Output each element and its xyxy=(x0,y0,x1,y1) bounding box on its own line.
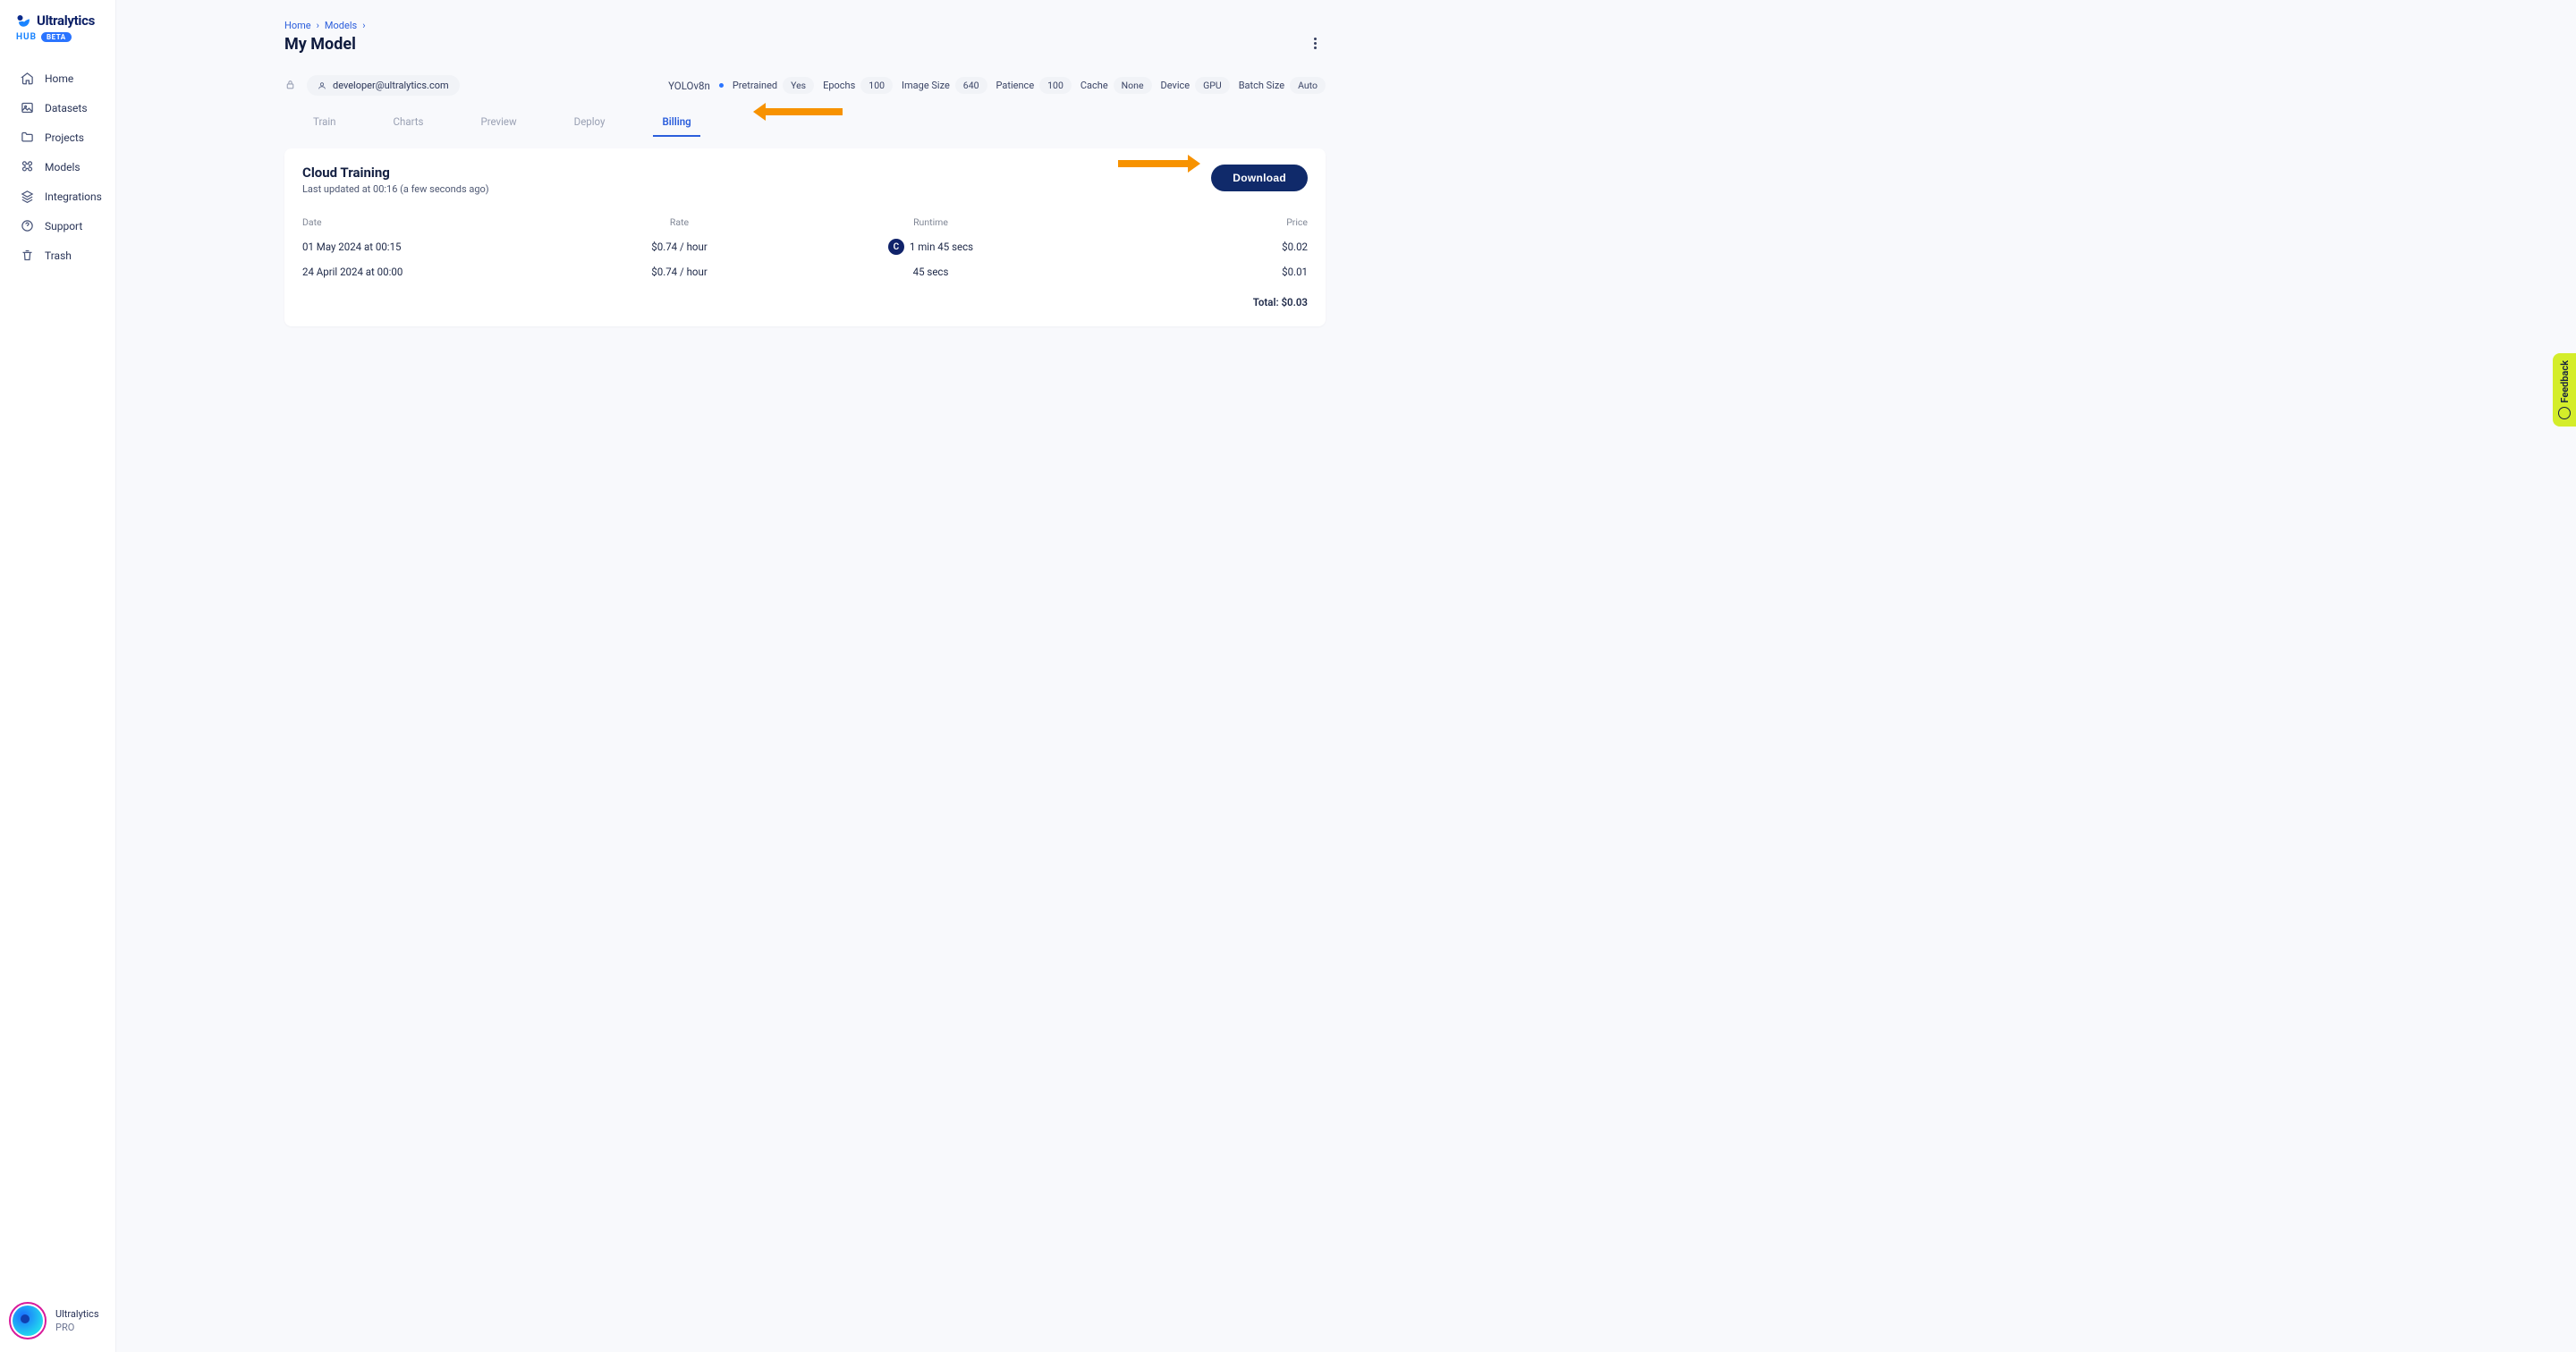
sidebar-item-integrations[interactable]: Integrations xyxy=(11,182,115,211)
breadcrumb-home[interactable]: Home xyxy=(284,20,311,31)
sidebar-item-models[interactable]: Models xyxy=(11,152,115,182)
tab-train[interactable]: Train xyxy=(284,108,365,137)
annotation-arrow-download xyxy=(1118,155,1200,173)
footer-plan: PRO xyxy=(55,1322,99,1333)
footer-name: Ultralytics xyxy=(55,1308,99,1321)
main-content: Home › Models › My Model developer@ultra… xyxy=(116,0,1352,353)
sidebar-item-label: Support xyxy=(45,220,82,232)
spec-label: Image Size xyxy=(902,80,950,91)
model-specs: YOLOv8n Pretrained Yes Epochs 100 Image Si… xyxy=(668,77,1326,94)
cell-price: $0.01 xyxy=(1056,266,1308,278)
logo-sub: HUB xyxy=(16,32,37,42)
th-runtime: Runtime xyxy=(805,216,1056,228)
tab-charts[interactable]: Charts xyxy=(365,108,453,137)
breadcrumb: Home › Models › xyxy=(284,20,1326,31)
command-icon xyxy=(20,160,34,173)
cell-date: 24 April 2024 at 00:00 xyxy=(302,266,554,278)
billing-table: Date Rate Runtime Price 01 May 2024 at 0… xyxy=(302,211,1308,308)
table-row: 24 April 2024 at 00:00 $0.74 / hour 45 s… xyxy=(302,260,1308,283)
chevron-right-icon: › xyxy=(362,20,365,31)
lock-icon xyxy=(284,77,296,94)
cell-runtime: 45 secs xyxy=(913,266,949,278)
th-rate: Rate xyxy=(554,216,805,228)
user-icon xyxy=(318,81,326,90)
th-date: Date xyxy=(302,216,554,228)
sidebar-item-label: Home xyxy=(45,72,73,85)
page-title: My Model xyxy=(284,35,1326,54)
sidebar-item-label: Trash xyxy=(45,249,72,262)
download-button[interactable]: Download xyxy=(1211,165,1308,191)
runtime-badge: C xyxy=(888,239,904,255)
cell-rate: $0.74 / hour xyxy=(554,241,805,253)
sidebar-footer[interactable]: Ultralytics PRO xyxy=(0,1289,115,1352)
billing-card: Cloud Training Last updated at 00:16 (a … xyxy=(284,148,1326,326)
info-row: developer@ultralytics.com YOLOv8n Pretra… xyxy=(284,75,1326,96)
breadcrumb-models[interactable]: Models xyxy=(325,20,357,31)
status-dot-icon xyxy=(719,83,724,88)
sidebar-item-label: Integrations xyxy=(45,190,102,203)
cell-rate: $0.74 / hour xyxy=(554,266,805,278)
spec-value: 640 xyxy=(955,77,987,94)
feedback-tab[interactable]: Feedback xyxy=(2553,353,2576,427)
spec-label: Batch Size xyxy=(1239,80,1284,91)
image-icon xyxy=(20,101,34,114)
owner-email: developer@ultralytics.com xyxy=(333,80,449,91)
sidebar-item-projects[interactable]: Projects xyxy=(11,123,115,152)
sidebar-nav: Home Datasets Projects Models Integratio… xyxy=(0,63,115,270)
sidebar-item-label: Projects xyxy=(45,131,84,144)
sidebar-item-datasets[interactable]: Datasets xyxy=(11,93,115,123)
cell-price: $0.02 xyxy=(1056,241,1308,253)
table-row: 01 May 2024 at 00:15 $0.74 / hour C 1 mi… xyxy=(302,233,1308,260)
tab-preview[interactable]: Preview xyxy=(452,108,545,137)
spec-label: Pretrained xyxy=(733,80,777,91)
sidebar: Ultralytics HUB BETA Home Datasets Proje… xyxy=(0,0,116,1352)
total-row: Total: $0.03 xyxy=(302,296,1308,308)
help-icon xyxy=(20,219,34,232)
layers-icon xyxy=(20,190,34,203)
card-title: Cloud Training xyxy=(302,165,489,181)
cell-date: 01 May 2024 at 00:15 xyxy=(302,241,554,253)
spec-label: Cache xyxy=(1080,80,1108,91)
sidebar-item-label: Datasets xyxy=(45,102,88,114)
folder-icon xyxy=(20,131,34,144)
feedback-label: Feedback xyxy=(2559,360,2571,403)
spec-label: Epochs xyxy=(823,80,855,91)
logo-brand: Ultralytics xyxy=(37,13,95,29)
card-subtitle: Last updated at 00:16 (a few seconds ago… xyxy=(302,183,489,195)
spec-value: GPU xyxy=(1195,77,1230,94)
logo-mark-icon xyxy=(16,13,32,29)
sidebar-item-label: Models xyxy=(45,161,80,173)
logo-badge: BETA xyxy=(41,32,72,42)
smiley-icon xyxy=(2558,407,2571,419)
kebab-menu-button[interactable] xyxy=(1314,36,1317,51)
spec-label: Patience xyxy=(996,80,1035,91)
spec-value: 100 xyxy=(1039,77,1072,94)
logo[interactable]: Ultralytics HUB BETA xyxy=(0,0,115,47)
annotation-arrow-billing xyxy=(753,103,843,121)
th-price: Price xyxy=(1056,216,1308,228)
spec-value: Auto xyxy=(1290,77,1326,94)
tab-billing[interactable]: Billing xyxy=(633,108,719,137)
model-name: YOLOv8n xyxy=(668,80,710,92)
chevron-right-icon: › xyxy=(317,20,319,31)
avatar xyxy=(9,1302,47,1339)
cell-runtime: 1 min 45 secs xyxy=(910,241,973,253)
spec-value: None xyxy=(1114,77,1152,94)
sidebar-item-home[interactable]: Home xyxy=(11,63,115,93)
spec-value: 100 xyxy=(860,77,893,94)
spec-label: Device xyxy=(1161,80,1191,91)
spec-value: Yes xyxy=(783,77,814,94)
tab-deploy[interactable]: Deploy xyxy=(546,108,634,137)
owner-pill[interactable]: developer@ultralytics.com xyxy=(307,75,460,96)
sidebar-item-trash[interactable]: Trash xyxy=(11,241,115,270)
trash-icon xyxy=(20,249,34,262)
home-icon xyxy=(20,72,34,85)
sidebar-item-support[interactable]: Support xyxy=(11,211,115,241)
